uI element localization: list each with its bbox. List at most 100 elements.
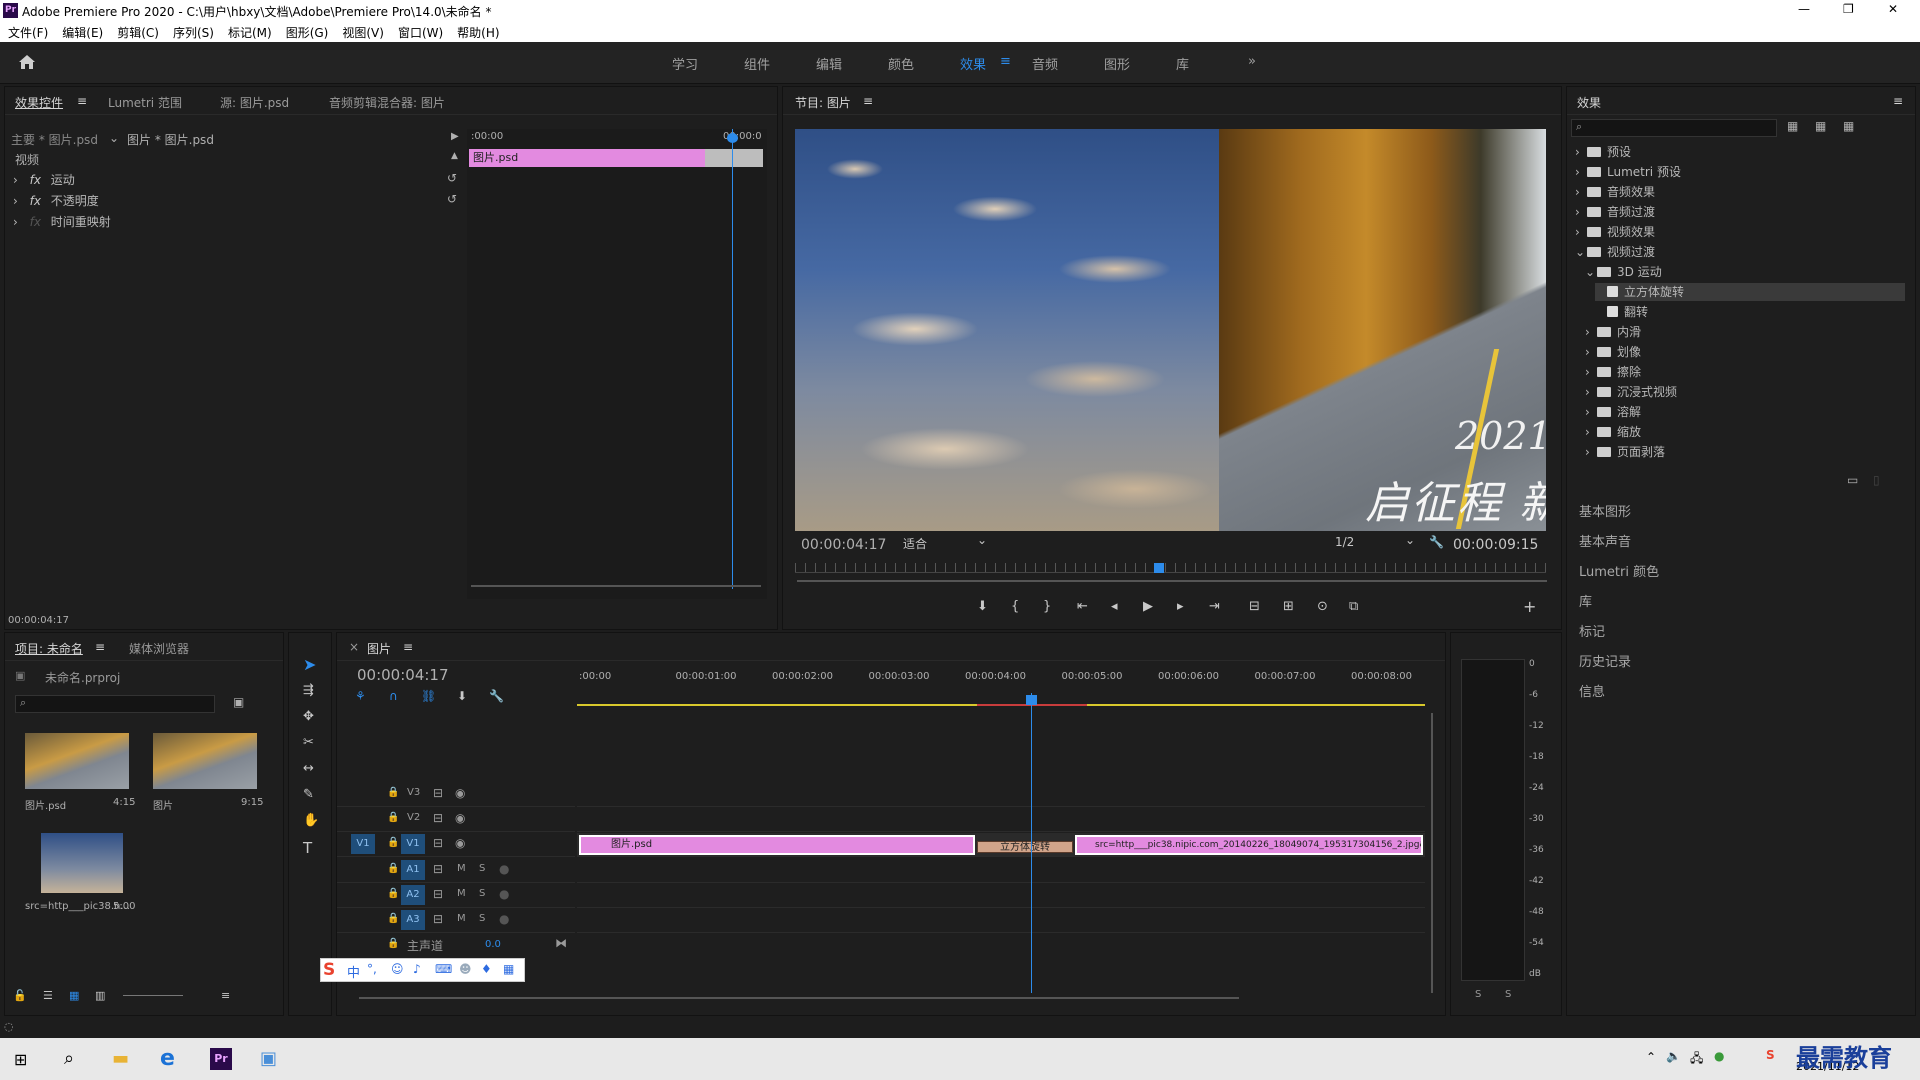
workspace-menu-icon[interactable]: ≡ (1000, 54, 1011, 69)
tab-audio-clip-mixer[interactable]: 音频剪辑混合器: 图片 (329, 94, 445, 111)
chevron-right-icon[interactable]: › (13, 194, 18, 208)
track-label[interactable]: V2 (407, 812, 420, 823)
effects-tree-item[interactable]: › 预设 (1575, 143, 1905, 161)
tab-media-browser[interactable]: 媒体浏览器 (129, 640, 189, 657)
fit-dropdown[interactable]: 适合 ⌄ (903, 533, 993, 553)
snap-icon[interactable]: ∩ (389, 689, 398, 703)
nest-icon[interactable]: ⚘ (355, 689, 366, 703)
menu-file[interactable]: 文件(F) (8, 24, 48, 41)
ec-playhead-handle[interactable] (727, 133, 738, 143)
effects-tree-item[interactable]: › 页面剥落 (1585, 443, 1905, 461)
lock-icon[interactable]: 🔒 (387, 938, 399, 949)
panel-menu-icon[interactable]: ≡ (77, 94, 87, 108)
ec-timecode[interactable]: 00:00:04:17 (8, 615, 69, 626)
compare-view-icon[interactable]: ⧉ (1349, 599, 1358, 614)
file-explorer-icon[interactable]: ▬ (112, 1048, 129, 1069)
effects-tree-item[interactable]: ⌄ 视频过渡 (1575, 243, 1905, 261)
mark-in-icon[interactable]: { (1011, 599, 1019, 614)
chevron-right-icon[interactable]: › (1575, 185, 1587, 199)
effects-tree-item[interactable]: › 沉浸式视频 (1585, 383, 1905, 401)
workspace-more-icon[interactable]: » (1248, 54, 1256, 69)
lock-icon[interactable]: 🔒 (387, 913, 399, 924)
sync-icon[interactable]: ⊟ (433, 862, 443, 876)
ime-tray-icon[interactable]: S (1766, 1048, 1775, 1062)
razor-tool-icon[interactable]: ✂ (303, 735, 314, 750)
play-only-icon[interactable]: ▶ (451, 131, 459, 142)
eye-icon[interactable]: ◉ (455, 836, 465, 850)
mute-button[interactable]: M (457, 863, 466, 874)
panel-menu-icon[interactable]: ≡ (863, 94, 873, 108)
ime-toolbox-icon[interactable]: ▦ (503, 962, 514, 976)
go-to-end-icon[interactable]: ⧓ (555, 936, 567, 950)
ime-punct-icon[interactable]: °, (367, 962, 377, 976)
ime-user-icon[interactable]: ☻ (459, 962, 472, 976)
effects-tree-item[interactable]: 立方体旋转 (1595, 283, 1905, 301)
lock-icon[interactable]: 🔒 (387, 787, 399, 798)
workspace-editing[interactable]: 编辑 (816, 54, 842, 73)
program-time-ruler[interactable] (795, 563, 1546, 573)
resolution-dropdown[interactable]: 1/2 ⌄ (1335, 533, 1419, 553)
delete-icon[interactable]: ▯ (1873, 473, 1880, 487)
effects-tree-item[interactable]: › 划像 (1585, 343, 1905, 361)
chevron-down-icon[interactable]: ⌄ (109, 131, 119, 145)
ime-keyboard-icon[interactable]: ⌨ (435, 962, 452, 976)
sync-icon[interactable]: ⊟ (433, 811, 443, 825)
project-item[interactable]: 图片.psd 4:15 (21, 733, 135, 815)
timeline-zoom-scroll[interactable] (359, 997, 1239, 999)
edge-icon[interactable]: e (160, 1046, 175, 1071)
extract-icon[interactable]: ⊞ (1283, 599, 1294, 614)
tab-sequence[interactable]: 图片 (367, 640, 391, 657)
ec-clip-bar[interactable]: 图片.psd (469, 149, 705, 167)
effects-tree-item[interactable]: ⌄ 3D 运动 (1585, 263, 1905, 281)
selection-tool-icon[interactable]: ➤ (303, 655, 316, 674)
add-marker-icon[interactable]: ⬇ (457, 689, 467, 703)
workspace-assembly[interactable]: 组件 (744, 54, 770, 73)
hand-tool-icon[interactable]: ✋ (303, 813, 319, 828)
menu-marker[interactable]: 标记(M) (228, 24, 272, 41)
effects-tree-item[interactable]: › Lumetri 预设 (1575, 163, 1905, 181)
maximize-button[interactable]: ❐ (1843, 2, 1854, 16)
mute-button[interactable]: M (457, 913, 466, 924)
go-to-out-icon[interactable]: ⇥ (1209, 599, 1220, 614)
track-label[interactable]: A2 (401, 885, 425, 905)
lock-icon[interactable]: 🔒 (387, 863, 399, 874)
panel-markers[interactable]: 标记 (1579, 621, 1605, 640)
source-patch-v1[interactable]: V1 (351, 834, 375, 854)
menu-window[interactable]: 窗口(W) (398, 24, 443, 41)
timeline-ruler[interactable]: :00:00 00:00:01:00 00:00:02:00 00:00:03:00 0… (577, 671, 1425, 703)
type-tool-icon[interactable]: T (303, 839, 312, 857)
solo-button[interactable]: S (479, 863, 485, 874)
linked-selection-icon[interactable]: ⛓ (421, 689, 436, 703)
zoom-slider[interactable] (123, 995, 183, 996)
sequence-clip-label[interactable]: 图片 * 图片.psd (127, 131, 214, 148)
transition-cube-spin[interactable]: 立方体旋转 (977, 841, 1073, 853)
effects-search-input[interactable]: ⌕ (1571, 119, 1777, 137)
chevron-right-icon[interactable]: › (13, 215, 18, 229)
freeform-view-icon[interactable]: ▥ (95, 989, 105, 1002)
panel-essential-graphics[interactable]: 基本图形 (1579, 501, 1631, 520)
timeline-playhead-handle[interactable] (1025, 695, 1037, 705)
panel-essential-sound[interactable]: 基本声音 (1579, 531, 1631, 550)
windows-start-icon[interactable]: ⊞ (14, 1050, 27, 1069)
workspace-effects[interactable]: 效果 (960, 54, 986, 73)
effect-row-opacity[interactable]: › fx 不透明度 (13, 192, 99, 210)
workspace-learn[interactable]: 学习 (672, 54, 698, 73)
network-icon[interactable]: 🖧 (1690, 1049, 1703, 1070)
panel-history[interactable]: 历史记录 (1579, 651, 1631, 670)
program-title[interactable]: 节目: 图片 (795, 94, 851, 111)
chevron-right-icon[interactable]: › (1585, 325, 1597, 339)
menu-edit[interactable]: 编辑(E) (62, 24, 103, 41)
ec-zoom-scroll[interactable] (471, 585, 761, 587)
volume-icon[interactable]: 🔈 (1666, 1049, 1681, 1063)
chevron-right-icon[interactable]: › (1585, 425, 1597, 439)
panel-menu-icon[interactable]: ≡ (1893, 94, 1903, 108)
slip-tool-icon[interactable]: ↔ (303, 761, 314, 776)
step-forward-icon[interactable]: ▸ (1177, 599, 1184, 614)
mic-icon[interactable]: ● (499, 887, 509, 901)
tab-effect-controls[interactable]: 效果控件 (15, 94, 63, 111)
lock-icon[interactable]: 🔒 (387, 837, 399, 848)
wrench-icon[interactable]: 🔧 (1429, 535, 1444, 549)
tab-lumetri-scopes[interactable]: Lumetri 范围 (108, 94, 182, 111)
chevron-down-icon[interactable]: ⌄ (1585, 265, 1597, 279)
effects-tree-item[interactable]: › 音频效果 (1575, 183, 1905, 201)
